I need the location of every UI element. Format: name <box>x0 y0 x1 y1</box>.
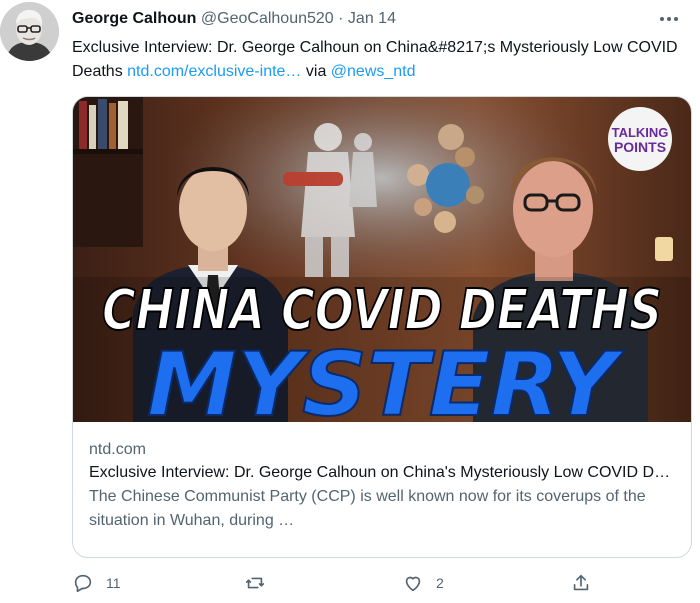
retweet-icon <box>245 577 265 589</box>
card-title: Exclusive Interview: Dr. George Calhoun … <box>89 464 677 481</box>
reply-icon <box>74 574 92 593</box>
heart-icon <box>405 576 421 592</box>
date-separator: · <box>338 10 344 27</box>
mention-link[interactable]: @news_ntd <box>331 63 416 80</box>
tweet-actions: 11 2 <box>72 566 632 600</box>
more-options-button[interactable] <box>656 6 682 32</box>
tweet-link[interactable]: ntd.com/exclusive-inte… <box>127 63 301 80</box>
like-button[interactable]: 2 <box>402 566 444 600</box>
image-headline-2: MYSTERY <box>147 333 625 422</box>
author-name[interactable]: George Calhoun <box>72 10 196 27</box>
link-preview-card[interactable]: TALKING POINTS CHINA COVID DEATHS MYSTER… <box>72 96 692 558</box>
share-icon <box>573 574 589 591</box>
tweet-text: Exclusive Interview: Dr. George Calhoun … <box>72 36 682 84</box>
card-meta: ntd.com Exclusive Interview: Dr. George … <box>89 432 677 533</box>
reply-button[interactable]: 11 <box>72 566 121 600</box>
badge-line-1: TALKING <box>612 125 669 140</box>
reply-count: 11 <box>106 575 121 591</box>
card-description: The Chinese Communist Party (CCP) is wel… <box>89 488 646 529</box>
avatar[interactable] <box>0 2 59 61</box>
card-thumbnail: TALKING POINTS CHINA COVID DEATHS MYSTER… <box>73 97 691 422</box>
like-count: 2 <box>436 575 444 591</box>
avatar-image <box>0 2 59 61</box>
badge-line-2: POINTS <box>614 139 666 155</box>
tweet-header: George Calhoun @GeoCalhoun520 · Jan 14 <box>72 8 660 30</box>
share-button[interactable] <box>570 566 592 600</box>
card-domain: ntd.com <box>89 441 146 458</box>
tweet-text-via: via <box>301 63 331 80</box>
author-handle[interactable]: @GeoCalhoun520 <box>201 10 334 27</box>
tweet-date[interactable]: Jan 14 <box>348 10 396 27</box>
more-icon <box>660 17 678 21</box>
retweet-button[interactable] <box>244 566 278 600</box>
